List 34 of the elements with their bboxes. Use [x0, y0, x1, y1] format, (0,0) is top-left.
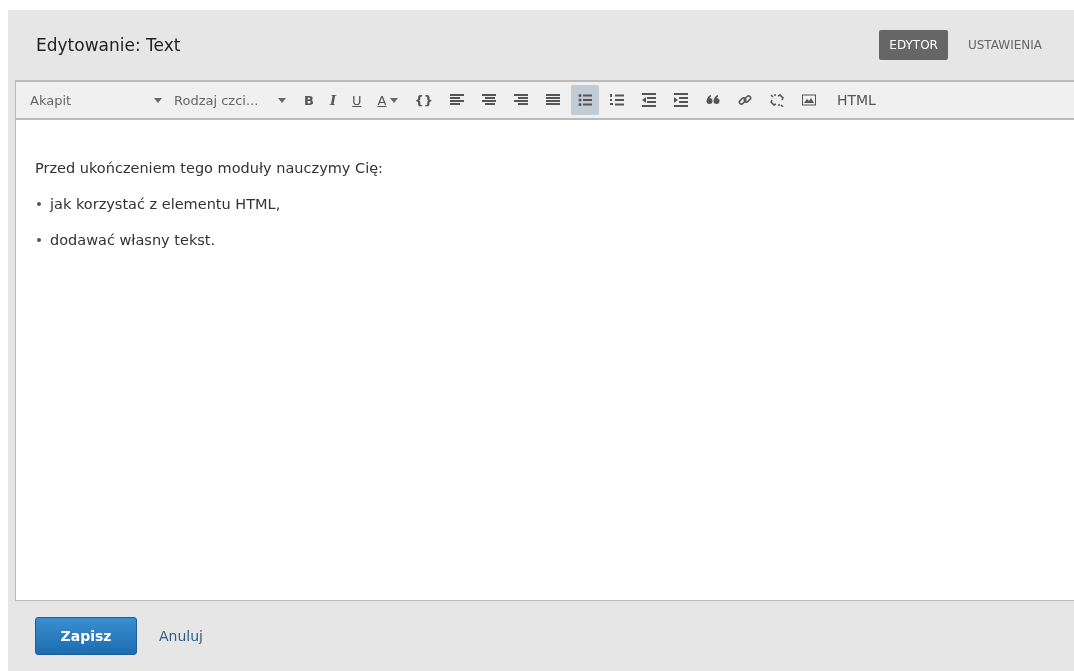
format-button[interactable]: I	[323, 88, 342, 112]
caret-icon	[154, 97, 162, 103]
bullet-icon	[37, 238, 41, 242]
tab[interactable]: USTAWIENIA	[957, 30, 1052, 60]
indent-icon	[673, 93, 688, 107]
quote-icon	[705, 93, 720, 107]
image-icon	[801, 93, 816, 107]
numbered-list-icon	[609, 93, 624, 107]
align-center-icon	[481, 93, 496, 107]
bullet-icon	[37, 202, 41, 206]
dialog-title: Edytowanie: Text	[36, 35, 181, 55]
dropdown[interactable]: Akapit	[26, 92, 166, 108]
save-button[interactable]: Zapisz	[35, 617, 137, 655]
cancel-link[interactable]: Anuluj	[159, 628, 203, 644]
align-justify-icon	[545, 93, 560, 107]
dropdown[interactable]: Rodzaj czci...	[170, 92, 290, 108]
tab[interactable]: EDYTOR	[879, 30, 948, 60]
format-button[interactable]: A	[371, 88, 405, 112]
html-button[interactable]: HTML	[830, 88, 882, 112]
caret-icon	[390, 97, 399, 103]
align-right-icon	[513, 93, 528, 107]
bulleted-list-icon	[577, 93, 592, 107]
format-button[interactable]: U	[346, 88, 368, 112]
bulleted-list-button[interactable]	[570, 85, 599, 115]
list-item: jak korzystać z elementu HTML,	[50, 196, 281, 212]
format-button[interactable]: B	[298, 88, 320, 112]
unlink-icon	[769, 93, 784, 107]
paragraph: Przed ukończeniem tego moduły nauczymy Cię:	[35, 160, 384, 176]
list-item: dodawać własny tekst.	[50, 232, 216, 248]
format-button[interactable]: {}	[408, 88, 439, 112]
caret-icon	[278, 97, 286, 103]
outdent-icon	[641, 93, 656, 107]
align-left-icon	[449, 93, 464, 107]
link-icon	[737, 93, 752, 107]
